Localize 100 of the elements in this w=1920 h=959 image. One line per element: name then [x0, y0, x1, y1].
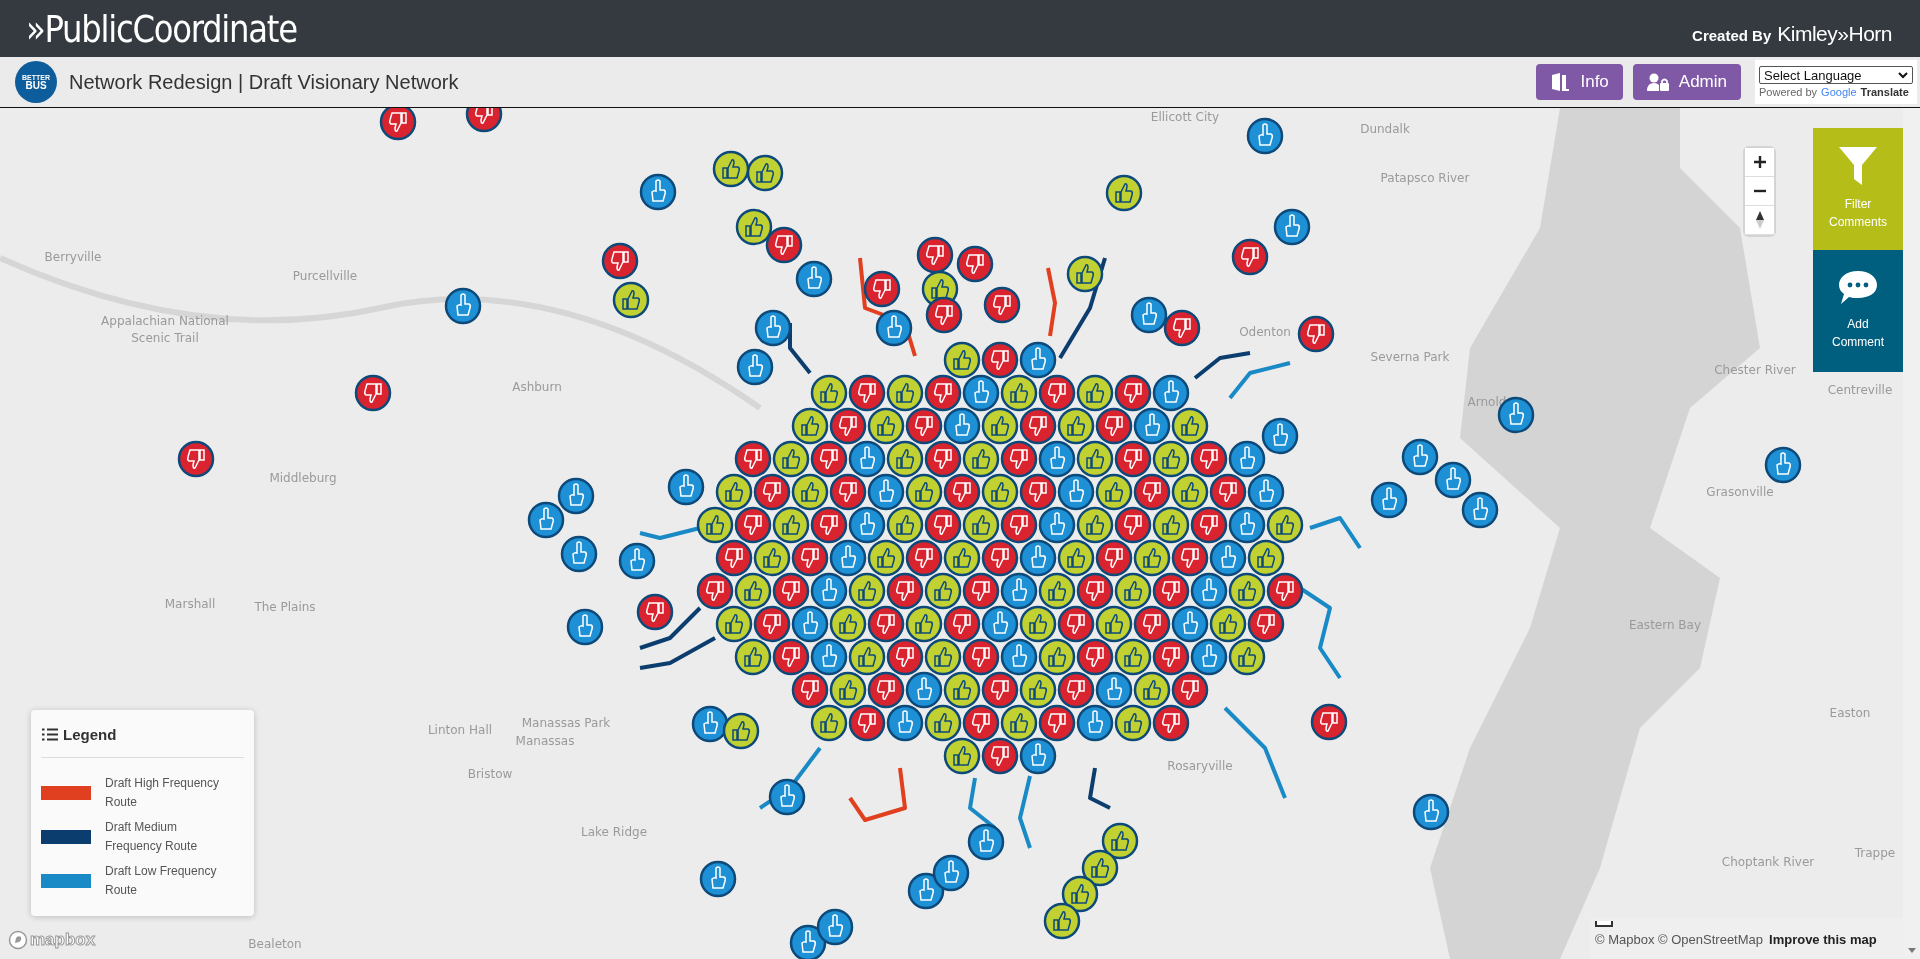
thumbs-down-marker[interactable]	[1095, 407, 1133, 445]
pointing-hand-marker[interactable]	[1019, 737, 1057, 775]
admin-button[interactable]: Admin	[1632, 64, 1741, 100]
thumbs-up-marker[interactable]	[1019, 671, 1057, 709]
pointing-hand-marker[interactable]	[848, 440, 886, 478]
thumbs-up-marker[interactable]	[886, 374, 924, 412]
thumbs-up-marker[interactable]	[1076, 506, 1114, 544]
thumbs-up-marker[interactable]	[1152, 440, 1190, 478]
pointing-hand-marker[interactable]	[1246, 117, 1284, 155]
pointing-hand-marker[interactable]	[810, 572, 848, 610]
pointing-hand-marker[interactable]	[1076, 704, 1114, 742]
zoom-in-button[interactable]	[1745, 148, 1774, 177]
thumbs-up-marker[interactable]	[1133, 671, 1171, 709]
thumbs-down-marker[interactable]	[1247, 605, 1285, 643]
pointing-hand-marker[interactable]	[560, 535, 598, 573]
pointing-hand-marker[interactable]	[1764, 446, 1802, 484]
pointing-hand-marker[interactable]	[754, 309, 792, 347]
pointing-hand-marker[interactable]	[1401, 438, 1439, 476]
thumbs-down-marker[interactable]	[867, 605, 905, 643]
thumbs-down-marker[interactable]	[753, 605, 791, 643]
thumbs-down-marker[interactable]	[696, 572, 734, 610]
thumbs-down-marker[interactable]	[1076, 638, 1114, 676]
thumbs-up-marker[interactable]	[1105, 174, 1143, 212]
improve-map-link[interactable]: Improve this map	[1769, 932, 1877, 947]
thumbs-up-marker[interactable]	[1057, 539, 1095, 577]
pointing-hand-marker[interactable]	[867, 473, 905, 511]
thumbs-down-marker[interactable]	[772, 572, 810, 610]
pointing-hand-marker[interactable]	[967, 823, 1005, 861]
thumbs-down-marker[interactable]	[1133, 473, 1171, 511]
thumbs-up-marker[interactable]	[1101, 822, 1139, 860]
thumbs-up-marker[interactable]	[943, 671, 981, 709]
thumbs-down-marker[interactable]	[1163, 309, 1201, 347]
thumbs-up-marker[interactable]	[746, 154, 784, 192]
thumbs-down-marker[interactable]	[1171, 539, 1209, 577]
pointing-hand-marker[interactable]	[736, 348, 774, 386]
pointing-hand-marker[interactable]	[791, 605, 829, 643]
thumbs-up-marker[interactable]	[1171, 407, 1209, 445]
language-select[interactable]: Select Language	[1759, 66, 1913, 84]
thumbs-up-marker[interactable]	[1057, 407, 1095, 445]
pointing-hand-marker[interactable]	[566, 608, 604, 646]
thumbs-down-marker[interactable]	[886, 638, 924, 676]
thumbs-up-marker[interactable]	[1043, 902, 1081, 940]
thumbs-up-marker[interactable]	[848, 638, 886, 676]
thumbs-down-marker[interactable]	[1114, 374, 1152, 412]
thumbs-down-marker[interactable]	[1019, 407, 1057, 445]
thumbs-up-marker[interactable]	[612, 281, 650, 319]
thumbs-down-marker[interactable]	[1133, 605, 1171, 643]
route-line[interactable]	[788, 323, 812, 375]
thumbs-down-marker[interactable]	[962, 572, 1000, 610]
route-line[interactable]	[1088, 767, 1111, 810]
thumbs-up-marker[interactable]	[905, 473, 943, 511]
thumbs-down-marker[interactable]	[943, 605, 981, 643]
thumbs-down-marker[interactable]	[829, 473, 867, 511]
thumbs-up-marker[interactable]	[1266, 506, 1304, 544]
pointing-hand-marker[interactable]	[1019, 341, 1057, 379]
pointing-hand-marker[interactable]	[1461, 491, 1499, 529]
thumbs-up-marker[interactable]	[722, 712, 760, 750]
thumbs-down-marker[interactable]	[867, 671, 905, 709]
thumbs-down-marker[interactable]	[981, 539, 1019, 577]
thumbs-up-marker[interactable]	[791, 407, 829, 445]
thumbs-down-marker[interactable]	[1310, 703, 1348, 741]
thumbs-down-marker[interactable]	[905, 539, 943, 577]
thumbs-down-marker[interactable]	[1038, 704, 1076, 742]
pointing-hand-marker[interactable]	[1152, 374, 1190, 412]
thumbs-down-marker[interactable]	[734, 440, 772, 478]
pointing-hand-marker[interactable]	[1000, 638, 1038, 676]
thumbs-down-marker[interactable]	[1152, 572, 1190, 610]
thumbs-down-marker[interactable]	[1000, 440, 1038, 478]
pointing-hand-marker[interactable]	[699, 860, 737, 898]
thumbs-down-marker[interactable]	[177, 440, 215, 478]
thumbs-down-marker[interactable]	[1266, 572, 1304, 610]
pointing-hand-marker[interactable]	[1209, 539, 1247, 577]
pointing-hand-marker[interactable]	[1057, 473, 1095, 511]
thumbs-up-marker[interactable]	[886, 506, 924, 544]
thumbs-up-marker[interactable]	[1076, 440, 1114, 478]
thumbs-up-marker[interactable]	[829, 605, 867, 643]
thumbs-down-marker[interactable]	[981, 737, 1019, 775]
thumbs-up-marker[interactable]	[924, 572, 962, 610]
thumbs-down-marker[interactable]	[734, 506, 772, 544]
pointing-hand-marker[interactable]	[875, 309, 913, 347]
thumbs-up-marker[interactable]	[715, 605, 753, 643]
thumbs-up-marker[interactable]	[943, 341, 981, 379]
pointing-hand-marker[interactable]	[1130, 296, 1168, 334]
app-logo[interactable]: »PublicCoordinate	[26, 6, 297, 51]
thumbs-down-marker[interactable]	[863, 270, 901, 308]
pointing-hand-marker[interactable]	[829, 539, 867, 577]
pointing-hand-marker[interactable]	[816, 908, 854, 946]
thumbs-down-marker[interactable]	[1114, 440, 1152, 478]
pointing-hand-marker[interactable]	[1228, 440, 1266, 478]
pointing-hand-marker[interactable]	[1038, 506, 1076, 544]
thumbs-up-marker[interactable]	[1133, 539, 1171, 577]
pointing-hand-marker[interactable]	[639, 173, 677, 211]
pointing-hand-marker[interactable]	[1038, 440, 1076, 478]
thumbs-down-marker[interactable]	[916, 236, 954, 274]
thumbs-up-marker[interactable]	[981, 407, 1019, 445]
pointing-hand-marker[interactable]	[1133, 407, 1171, 445]
thumbs-down-marker[interactable]	[848, 374, 886, 412]
pointing-hand-marker[interactable]	[527, 501, 565, 539]
thumbs-down-marker[interactable]	[636, 593, 674, 631]
route-line[interactable]	[639, 606, 702, 650]
